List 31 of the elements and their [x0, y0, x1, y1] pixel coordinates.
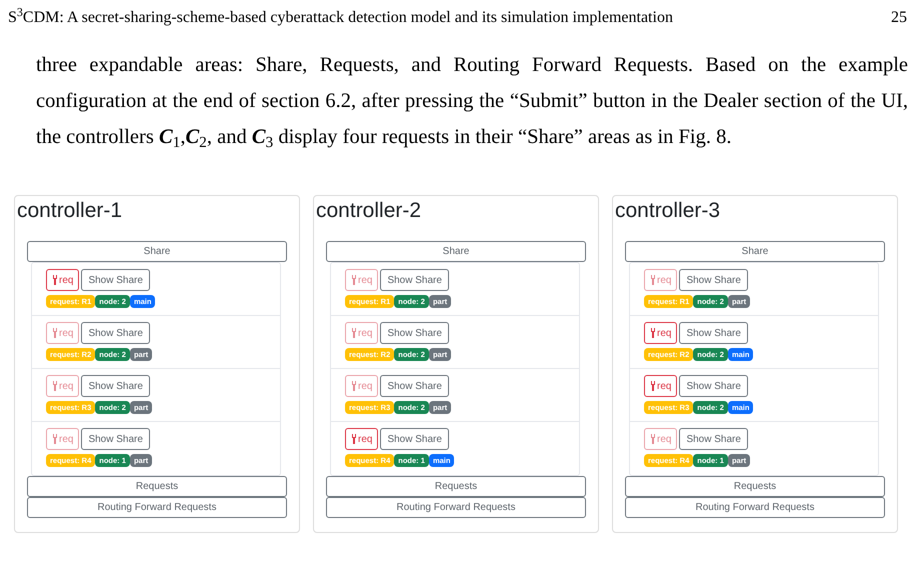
body-paragraph: three expandable areas: Share, Requests, and Routing Forward Requests. Based on the example configuration at the end of section 6.2, after pressing the “Submit” button in the Dealer section of the UI, the controllers C$_{1}$,C$_{2}$, and C$_{3}$ display four requests in their “Share” areas as in Fig. 8. [36, 53, 908, 153]
req-button[interactable]: req [644, 322, 678, 344]
req-button[interactable]: req [46, 269, 80, 291]
section-toggle[interactable]: Share [625, 241, 885, 262]
req-button[interactable]: req [644, 375, 678, 397]
page-number: 25 [891, 8, 907, 28]
show-share-button[interactable]: Show Share [679, 322, 748, 344]
section-toggle[interactable]: Requests [625, 476, 885, 497]
show-share-button[interactable]: Show Share [679, 269, 748, 291]
show-share-button[interactable]: Show Share [380, 269, 449, 291]
controller-title: controller-3 [614, 198, 722, 221]
controller-title: controller-1 [16, 198, 124, 221]
section-toggle[interactable]: Requests [27, 476, 287, 497]
req-button[interactable]: req [345, 428, 378, 450]
controller-title: controller-2 [315, 198, 422, 221]
show-share-button[interactable]: Show Share [380, 428, 449, 450]
show-share-button[interactable]: Show Share [679, 375, 748, 397]
show-share-button[interactable]: Show Share [380, 322, 449, 344]
section-toggle[interactable]: Share [27, 241, 287, 262]
show-share-button[interactable]: Show Share [679, 428, 748, 450]
show-share-button[interactable]: Show Share [81, 322, 150, 344]
section-toggle[interactable]: Routing Forward Requests [625, 497, 885, 518]
section-toggle[interactable]: Requests [326, 476, 586, 497]
show-share-button[interactable]: Show Share [380, 375, 449, 397]
show-share-button[interactable]: Show Share [81, 428, 150, 450]
show-share-button[interactable]: Show Share [81, 269, 150, 291]
section-toggle[interactable]: Share [326, 241, 586, 262]
section-toggle[interactable]: Routing Forward Requests [326, 497, 586, 518]
running-header: S$^{3}$CDM: A secret-sharing-scheme-based cyberattack detection model and its simulation implementation [8, 6, 673, 28]
section-toggle[interactable]: Routing Forward Requests [27, 497, 287, 518]
show-share-button[interactable]: Show Share [81, 375, 150, 397]
